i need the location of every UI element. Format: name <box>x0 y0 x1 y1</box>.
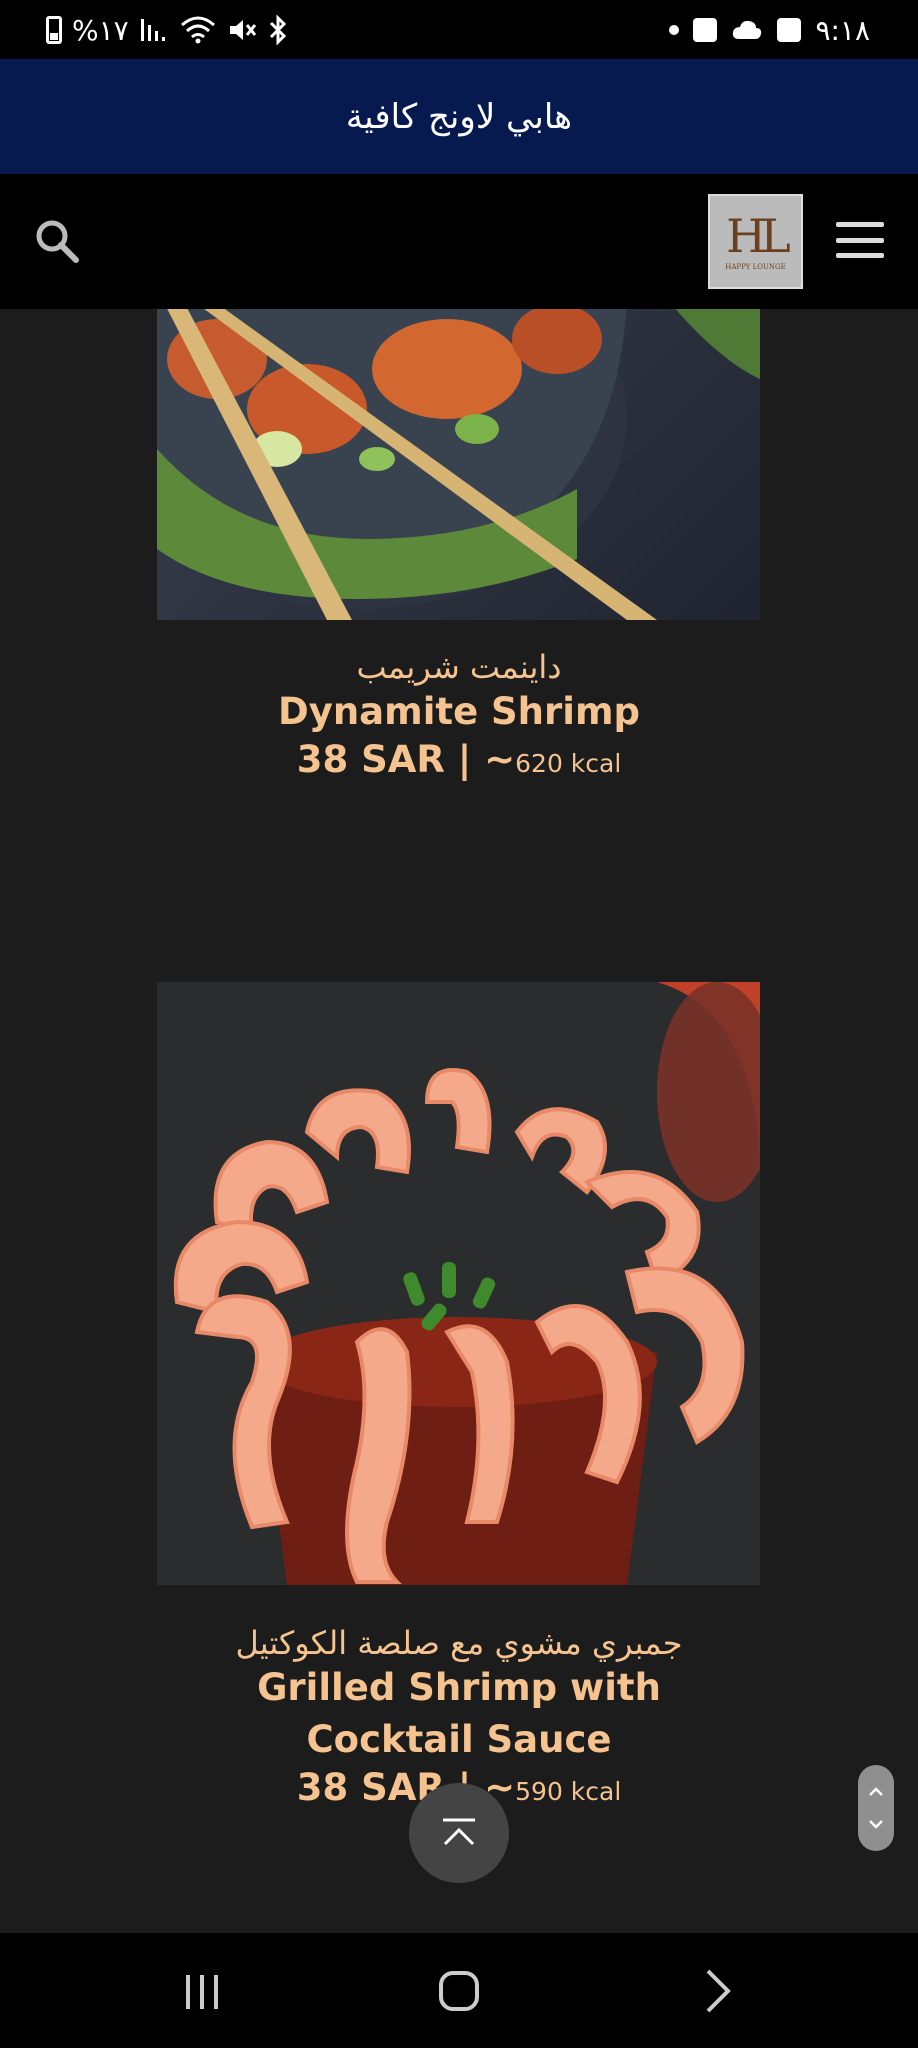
logo-monogram: HL <box>726 208 791 263</box>
battery-level: %١٧ <box>72 13 129 47</box>
scroll-arrows-icon <box>869 1787 883 1829</box>
signal-icon <box>140 19 165 41</box>
clock: ٩:١٨ <box>815 13 870 47</box>
title-banner: هابي لاونج كافية <box>0 59 918 174</box>
item-name-en: Dynamite Shrimp <box>278 690 640 733</box>
back-icon[interactable] <box>686 1963 746 2019</box>
page-title: هابي لاونج كافية <box>345 96 573 137</box>
battery-icon <box>46 16 62 44</box>
status-right: ٩:١٨ <box>669 10 870 50</box>
grilled-shrimp-photo <box>157 982 760 1585</box>
bluetooth-icon <box>269 15 286 45</box>
item-separator: | ~ <box>444 737 516 781</box>
checklist-icon <box>693 18 718 42</box>
wifi-icon <box>180 16 215 44</box>
item-price-line: 38 SAR | ~620 kcal <box>0 738 918 781</box>
menu-icon[interactable] <box>836 222 884 258</box>
cloud-icon <box>733 20 762 39</box>
logo[interactable]: HL HAPPY LOUNGE <box>708 194 803 289</box>
logo-caption: HAPPY LOUNGE <box>725 262 786 271</box>
scroll-to-top-button[interactable] <box>409 1783 509 1883</box>
gallery-icon <box>777 18 802 42</box>
notification-dot-icon <box>669 25 680 35</box>
item-name-ar: جمبري مشوي مع صلصة الكوكتيل <box>235 1624 683 1662</box>
mute-icon <box>229 20 256 40</box>
item-kcal: 590 kcal <box>515 1776 622 1806</box>
scroll-control[interactable] <box>858 1765 894 1851</box>
status-bar: %١٧ ٩:١٨ <box>0 0 918 59</box>
menu-list: داينمت شريمب Dynamite Shrimp 38 SAR | ~6… <box>0 309 918 1933</box>
status-left: %١٧ <box>46 10 289 50</box>
search-icon[interactable] <box>30 214 86 270</box>
nav-header: HL HAPPY LOUNGE <box>0 174 918 309</box>
system-nav-bar <box>0 1933 918 2048</box>
dynamite-shrimp-photo <box>157 309 760 620</box>
menu-item-2[interactable]: جمبري مشوي مع صلصة الكوكتيل Grilled Shri… <box>0 1624 918 1809</box>
recents-icon[interactable] <box>172 1963 232 2019</box>
item-name-en: Grilled Shrimp with Cocktail Sauce <box>257 1666 661 1761</box>
item-kcal: 620 kcal <box>515 748 622 778</box>
menu-item-1[interactable]: داينمت شريمب Dynamite Shrimp 38 SAR | ~6… <box>0 648 918 781</box>
item-price: 38 SAR <box>296 737 445 781</box>
scroll-to-top-icon <box>443 1818 475 1846</box>
item-name-ar: داينمت شريمب <box>356 648 562 686</box>
home-icon[interactable] <box>429 1963 489 2019</box>
